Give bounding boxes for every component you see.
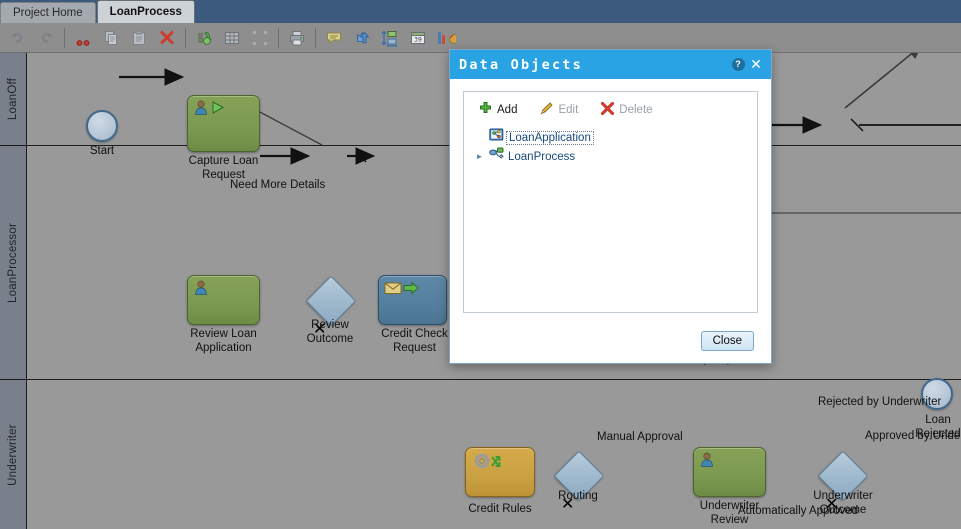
print-icon[interactable] <box>283 25 311 51</box>
dialog-body: Add Edit Delete LoanApplication ► LoanPr… <box>450 79 771 313</box>
delete-button[interactable]: Delete <box>600 101 653 119</box>
gateway-review-outcome[interactable]: ✕ <box>305 275 357 338</box>
flow-label-manual-approval: Manual Approval <box>597 431 683 443</box>
tree-item-label: LoanProcess <box>508 150 576 163</box>
task-underwriter-review[interactable] <box>693 447 766 497</box>
tree-item-loanprocess[interactable]: ► LoanProcess <box>474 147 753 166</box>
task-credit-rules[interactable] <box>465 447 535 497</box>
plus-icon <box>478 101 493 119</box>
delete-x-icon <box>600 101 615 119</box>
refresh-icon[interactable] <box>190 25 218 51</box>
grid-icon[interactable] <box>218 25 246 51</box>
undo-icon[interactable] <box>4 25 32 51</box>
lane-title-loanprocessor: LoanProcessor <box>7 222 19 303</box>
redo-icon[interactable] <box>32 25 60 51</box>
flow-label-rejected-by-underwriter: Rejected by Underwriter <box>818 396 942 408</box>
tab-loanprocess[interactable]: LoanProcess <box>96 0 195 23</box>
application-window: Project Home LoanProcess 39 LoanOff Loan… <box>0 0 961 529</box>
cut-icon[interactable] <box>69 25 97 51</box>
close-glyph: ✕ <box>750 56 762 73</box>
process-object-icon <box>489 147 504 166</box>
user-task-icon <box>193 100 229 121</box>
close-button[interactable]: Close <box>700 331 754 351</box>
task-review-loan-application[interactable] <box>187 275 260 325</box>
lane-title-loanofficer: LoanOff <box>7 77 19 121</box>
task-capture-loan-request[interactable] <box>187 95 260 152</box>
flow-label-need-more-details: Need More Details <box>230 179 326 191</box>
dialog-footer: Close <box>450 319 771 363</box>
close-icon[interactable]: ✕ <box>747 56 765 74</box>
data-objects-dialog: Data Objects ? ✕ Add Edit Delete LoanApp… <box>449 49 772 364</box>
toolbar-separator-4 <box>315 27 316 48</box>
help-glyph: ? <box>731 58 745 71</box>
task-credit-check-request[interactable] <box>378 275 447 325</box>
dialog-title: Data Objects <box>459 56 583 73</box>
publish-icon[interactable] <box>348 25 376 51</box>
delete-icon[interactable] <box>153 25 181 51</box>
lane-header-loanprocessor[interactable]: LoanProcessor <box>0 146 27 379</box>
edit-label: Edit <box>558 104 579 116</box>
chart-icon[interactable] <box>432 25 460 51</box>
tree-item-loanapplication[interactable]: LoanApplication <box>474 128 753 147</box>
data-objects-panel: Add Edit Delete LoanApplication ► LoanPr… <box>463 91 758 313</box>
copy-icon[interactable] <box>97 25 125 51</box>
data-objects-tree: LoanApplication ► LoanProcess <box>468 125 753 166</box>
paste-icon[interactable] <box>125 25 153 51</box>
user-task-icon <box>193 280 211 301</box>
chevron-right-icon[interactable]: ► <box>474 152 485 161</box>
resize-icon[interactable] <box>376 25 404 51</box>
edit-button[interactable]: Edit <box>539 101 578 119</box>
gateway-routing[interactable]: ✕ <box>553 450 605 513</box>
help-icon[interactable]: ? <box>729 56 747 74</box>
data-object-icon <box>489 128 504 147</box>
editor-tab-strip: Project Home LoanProcess <box>0 0 961 23</box>
flow-label-approved-by-underwriter: Approved by Unde <box>865 430 961 442</box>
user-task-icon <box>699 452 717 473</box>
toolbar-separator-3 <box>278 27 279 48</box>
delete-label: Delete <box>619 104 653 116</box>
dialog-title-bar[interactable]: Data Objects ? ✕ <box>450 50 771 79</box>
send-task-icon <box>384 280 424 301</box>
tree-item-label: LoanApplication <box>506 130 594 145</box>
business-rule-task-icon <box>471 452 511 475</box>
add-button[interactable]: Add <box>478 101 517 119</box>
data-objects-action-bar: Add Edit Delete <box>468 98 753 125</box>
lane-header-underwriter[interactable]: Underwriter <box>0 380 27 529</box>
comment-icon[interactable] <box>320 25 348 51</box>
select-icon[interactable] <box>246 25 274 51</box>
toolbar-separator-2 <box>185 27 186 48</box>
pencil-icon <box>539 101 554 119</box>
event-start[interactable] <box>86 110 118 142</box>
flow-label-automatically-approved: Automatically Approved <box>738 505 859 517</box>
lane-title-underwriter: Underwriter <box>7 423 19 486</box>
add-label: Add <box>497 104 518 116</box>
toolbar-separator-1 <box>64 27 65 48</box>
gateway-underwriter-outcome[interactable]: ✕ <box>817 450 869 513</box>
lane-header-loanofficer[interactable]: LoanOff <box>0 53 27 145</box>
svg-text:39: 39 <box>414 36 422 43</box>
calendar-icon[interactable]: 39 <box>404 25 432 51</box>
tab-project-home[interactable]: Project Home <box>0 2 96 23</box>
